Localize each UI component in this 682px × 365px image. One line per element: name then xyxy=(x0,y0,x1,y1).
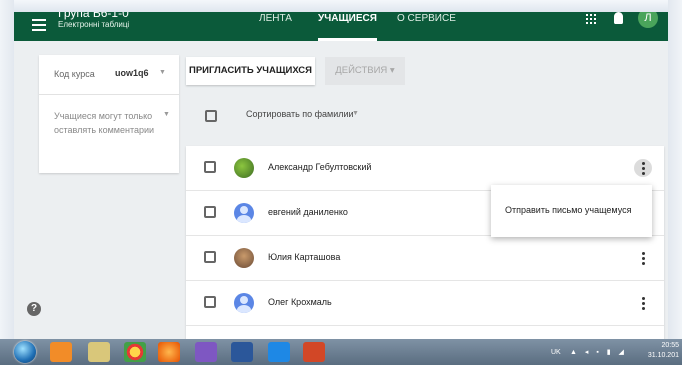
word-icon[interactable] xyxy=(231,342,253,362)
student-row: Юлия Карташова xyxy=(186,236,664,281)
student-context-menu: Отправить письмо учащемуся xyxy=(491,185,652,237)
tab-students[interactable]: УЧАЩИЕСЯ xyxy=(318,12,377,41)
student-avatar xyxy=(234,293,254,313)
clock-date: 31.10.201 xyxy=(647,352,679,359)
student-avatar xyxy=(234,158,254,178)
frame-left xyxy=(0,0,14,365)
course-title: Група Б6-1-0 xyxy=(58,12,129,20)
select-all-checkbox[interactable] xyxy=(205,110,217,122)
firefox-icon[interactable] xyxy=(158,342,180,362)
student-row: Олег Крохмаль xyxy=(186,281,664,326)
student-list: Александр Гебултовский евгений даниленко… xyxy=(186,146,664,339)
student-name: Юлия Карташова xyxy=(268,252,341,262)
help-icon[interactable]: ? xyxy=(27,302,41,316)
account-avatar[interactable]: Л xyxy=(638,12,658,28)
clock-time: 20:55 xyxy=(661,342,679,349)
frame-top xyxy=(0,0,682,12)
course-code-row[interactable]: Код курса uow1q6 ▼ xyxy=(39,55,179,95)
classroom-app: Група Б6-1-0 Електронні таблиці ЛЕНТА УЧ… xyxy=(14,12,668,339)
student-avatar xyxy=(234,203,254,223)
invite-students-button[interactable]: ПРИГЛАСИТЬ УЧАЩИХСЯ xyxy=(186,57,315,85)
student-name: евгений даниленко xyxy=(268,207,348,217)
sort-dropdown-icon[interactable]: ▼ xyxy=(352,110,359,117)
save-app-icon[interactable] xyxy=(268,342,290,362)
tab-feed[interactable]: ЛЕНТА xyxy=(259,12,292,41)
student-checkbox[interactable] xyxy=(204,206,216,218)
email-student-menu-item[interactable]: Отправить письмо учащемуся xyxy=(505,205,631,215)
student-avatar xyxy=(234,248,254,268)
student-name: Александр Гебултовский xyxy=(268,162,372,172)
more-vert-icon[interactable] xyxy=(634,294,652,312)
actions-button: ДЕЙСТВИЯ ▾ xyxy=(325,57,405,85)
file-explorer-icon[interactable] xyxy=(88,342,110,362)
powerpoint-icon[interactable] xyxy=(303,342,325,362)
tab-about[interactable]: О СЕРВИСЕ xyxy=(397,12,456,41)
menu-icon[interactable] xyxy=(32,19,46,31)
system-tray-icons[interactable]: ▲ ◂ ▪ ▮ ◢ xyxy=(570,348,627,356)
course-info-card: Код курса uow1q6 ▼ Учащиеся могут только… xyxy=(39,55,179,173)
code-dropdown-icon[interactable]: ▼ xyxy=(159,69,166,76)
apps-grid-icon[interactable] xyxy=(586,14,596,24)
frame-right xyxy=(668,0,682,365)
windows-taskbar: UK ▲ ◂ ▪ ▮ ◢ 20:55 31.10.201 xyxy=(0,339,682,365)
language-indicator[interactable]: UK xyxy=(551,349,561,356)
course-code-value: uow1q6 xyxy=(115,68,149,78)
student-checkbox[interactable] xyxy=(204,161,216,173)
more-vert-icon[interactable] xyxy=(634,249,652,267)
course-code-label: Код курса xyxy=(54,69,95,79)
student-checkbox[interactable] xyxy=(204,296,216,308)
viber-icon[interactable] xyxy=(195,342,217,362)
course-subtitle: Електронні таблиці xyxy=(58,20,130,29)
notifications-icon[interactable] xyxy=(614,12,623,24)
chrome-icon[interactable] xyxy=(124,342,146,362)
clock[interactable]: 20:55 31.10.201 xyxy=(639,341,679,361)
more-vert-icon[interactable] xyxy=(634,159,652,177)
topbar: Група Б6-1-0 Електронні таблиці ЛЕНТА УЧ… xyxy=(14,12,668,41)
student-permissions-select[interactable]: Учащиеся могут только оставлять коммента… xyxy=(54,109,160,137)
start-button[interactable] xyxy=(14,341,36,363)
media-player-icon[interactable] xyxy=(50,342,72,362)
student-name: Олег Крохмаль xyxy=(268,297,332,307)
sort-select[interactable]: Сортировать по фамилии xyxy=(246,109,354,119)
permissions-dropdown-icon[interactable]: ▼ xyxy=(163,111,170,118)
student-checkbox[interactable] xyxy=(204,251,216,263)
